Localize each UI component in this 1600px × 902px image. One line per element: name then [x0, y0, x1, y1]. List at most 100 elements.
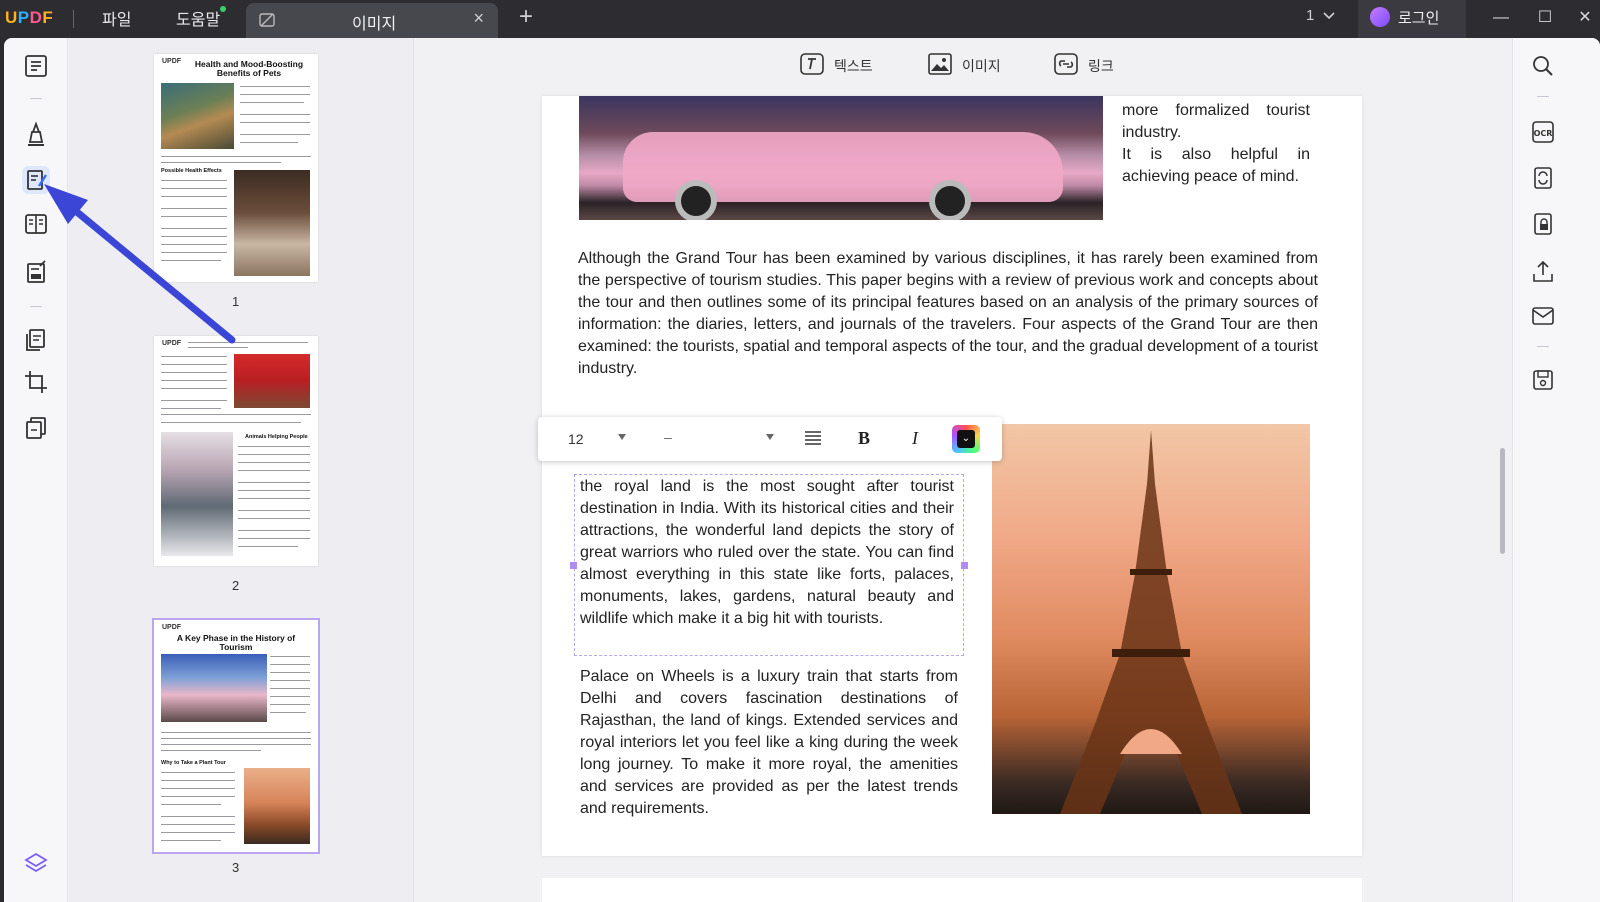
cat-image [161, 83, 234, 149]
align-justify-icon[interactable] [804, 429, 822, 447]
text-selection-box[interactable] [570, 474, 968, 656]
street-car-image [161, 654, 267, 722]
text-line [238, 546, 298, 547]
thumb-title: A Key Phase in the History of Tourism [176, 633, 296, 652]
protect-icon[interactable] [1529, 210, 1557, 238]
italic-button[interactable]: I [912, 428, 918, 449]
car-wheel [675, 180, 717, 220]
text-line [161, 180, 227, 181]
menu-help[interactable]: 도움말 [176, 6, 220, 30]
add-text-button[interactable]: 텍스트 [800, 53, 873, 76]
text-line [161, 788, 235, 789]
text-line [240, 122, 310, 123]
text-color-button[interactable]: ⌄ [952, 425, 980, 453]
login-button[interactable]: 로그인 [1358, 0, 1466, 38]
pink-car-image[interactable] [579, 96, 1103, 220]
close-icon[interactable]: ✕ [1570, 4, 1600, 32]
text-line [240, 134, 310, 135]
text-line [161, 816, 235, 817]
thumb-title: Health and Mood-Boosting Benefits of Pet… [194, 59, 304, 78]
text-line [161, 236, 227, 237]
divider [30, 98, 42, 99]
font-family-select[interactable]: – [664, 429, 672, 445]
ocr-icon[interactable]: OCR [1529, 118, 1557, 146]
share-icon[interactable] [1529, 258, 1557, 286]
text-line [270, 688, 310, 689]
maximize-icon[interactable]: ☐ [1530, 4, 1560, 32]
text-line [161, 772, 235, 773]
bold-button[interactable]: B [858, 428, 870, 449]
convert-icon[interactable] [1529, 164, 1557, 192]
login-label: 로그인 [1398, 10, 1440, 27]
add-image-button[interactable]: 이미지 [928, 53, 1001, 76]
link-icon [1054, 53, 1078, 75]
document-tab[interactable]: 이미지 × [246, 3, 498, 38]
fill-sign-icon[interactable] [22, 258, 50, 286]
text-line [161, 732, 311, 733]
car-wheel [929, 180, 971, 220]
chevron-down-icon[interactable] [1322, 8, 1336, 22]
email-icon[interactable] [1529, 302, 1557, 330]
vertical-scrollbar[interactable] [1500, 448, 1505, 554]
workspace: UPDF Health and Mood-Boosting Benefits o… [4, 38, 1600, 902]
text-line [238, 482, 310, 483]
minimize-icon[interactable]: — [1486, 4, 1516, 32]
text-line [238, 530, 310, 531]
caret-down-icon[interactable] [766, 434, 774, 440]
menu-file[interactable]: 파일 [102, 6, 131, 30]
text-line [270, 680, 310, 681]
text-line [161, 156, 311, 157]
caret-down-icon[interactable] [618, 434, 626, 440]
page-indicator[interactable]: 1 [1306, 7, 1314, 24]
right-text-snippet[interactable]: more formalized tourist industry. It is … [1122, 100, 1310, 188]
text-line [238, 446, 310, 447]
new-tab-button[interactable]: + [519, 3, 533, 31]
text-line [240, 102, 304, 103]
paragraph-palace-on-wheels[interactable]: Palace on Wheels is a luxury train that … [580, 666, 958, 820]
cat-flowers-image [161, 432, 233, 556]
text-line [270, 664, 310, 665]
eiffel-tower-silhouette [1060, 430, 1242, 814]
text-line [161, 380, 227, 381]
edit-pdf-button[interactable] [22, 166, 50, 194]
batch-icon[interactable] [22, 414, 50, 442]
add-link-button[interactable]: 링크 [1054, 53, 1114, 76]
text-icon [800, 53, 824, 75]
thumb-subheading: Possible Health Effects [161, 168, 222, 174]
dog-cat-image [234, 170, 310, 276]
page-thumbnail-3[interactable]: UPDF A Key Phase in the History of Touri… [152, 618, 320, 854]
save-icon[interactable] [1529, 366, 1557, 394]
crop-icon[interactable] [22, 368, 50, 396]
tab-close-icon[interactable]: × [473, 8, 484, 29]
text-line [240, 86, 310, 87]
paragraph-grand-tour[interactable]: Although the Grand Tour has been examine… [578, 248, 1318, 380]
page-thumbnail-1[interactable]: UPDF Health and Mood-Boosting Benefits o… [154, 54, 318, 282]
comment-icon[interactable] [22, 120, 50, 148]
edit-toolbar: 텍스트 이미지 링크 [416, 38, 1512, 96]
text-line [161, 422, 301, 423]
reader-icon[interactable] [22, 52, 50, 80]
text-line [161, 216, 227, 217]
text-line [161, 252, 227, 253]
text-line [161, 162, 281, 163]
tab-label: 이미지 [352, 16, 397, 33]
svg-text:OCR: OCR [1534, 129, 1553, 138]
organize-pages-icon[interactable] [22, 326, 50, 354]
text-line [161, 832, 235, 833]
search-icon[interactable] [1529, 52, 1557, 80]
font-size-select[interactable]: 12 [568, 431, 584, 447]
layers-icon[interactable] [22, 850, 50, 878]
eiffel-tower-image[interactable] [992, 424, 1310, 814]
page-view-icon[interactable] [22, 210, 50, 238]
thumb-number: 1 [232, 294, 240, 309]
resize-handle-left[interactable] [570, 562, 577, 569]
divider [1537, 346, 1549, 347]
text-line [238, 518, 310, 519]
text-line [161, 780, 235, 781]
text-line [161, 744, 311, 745]
text-line [238, 490, 310, 491]
next-page [542, 878, 1362, 902]
page-thumbnail-2[interactable]: UPDF Animals Helping People [154, 336, 318, 566]
resize-handle-right[interactable] [961, 562, 968, 569]
chevron-down-icon: ⌄ [957, 430, 975, 448]
